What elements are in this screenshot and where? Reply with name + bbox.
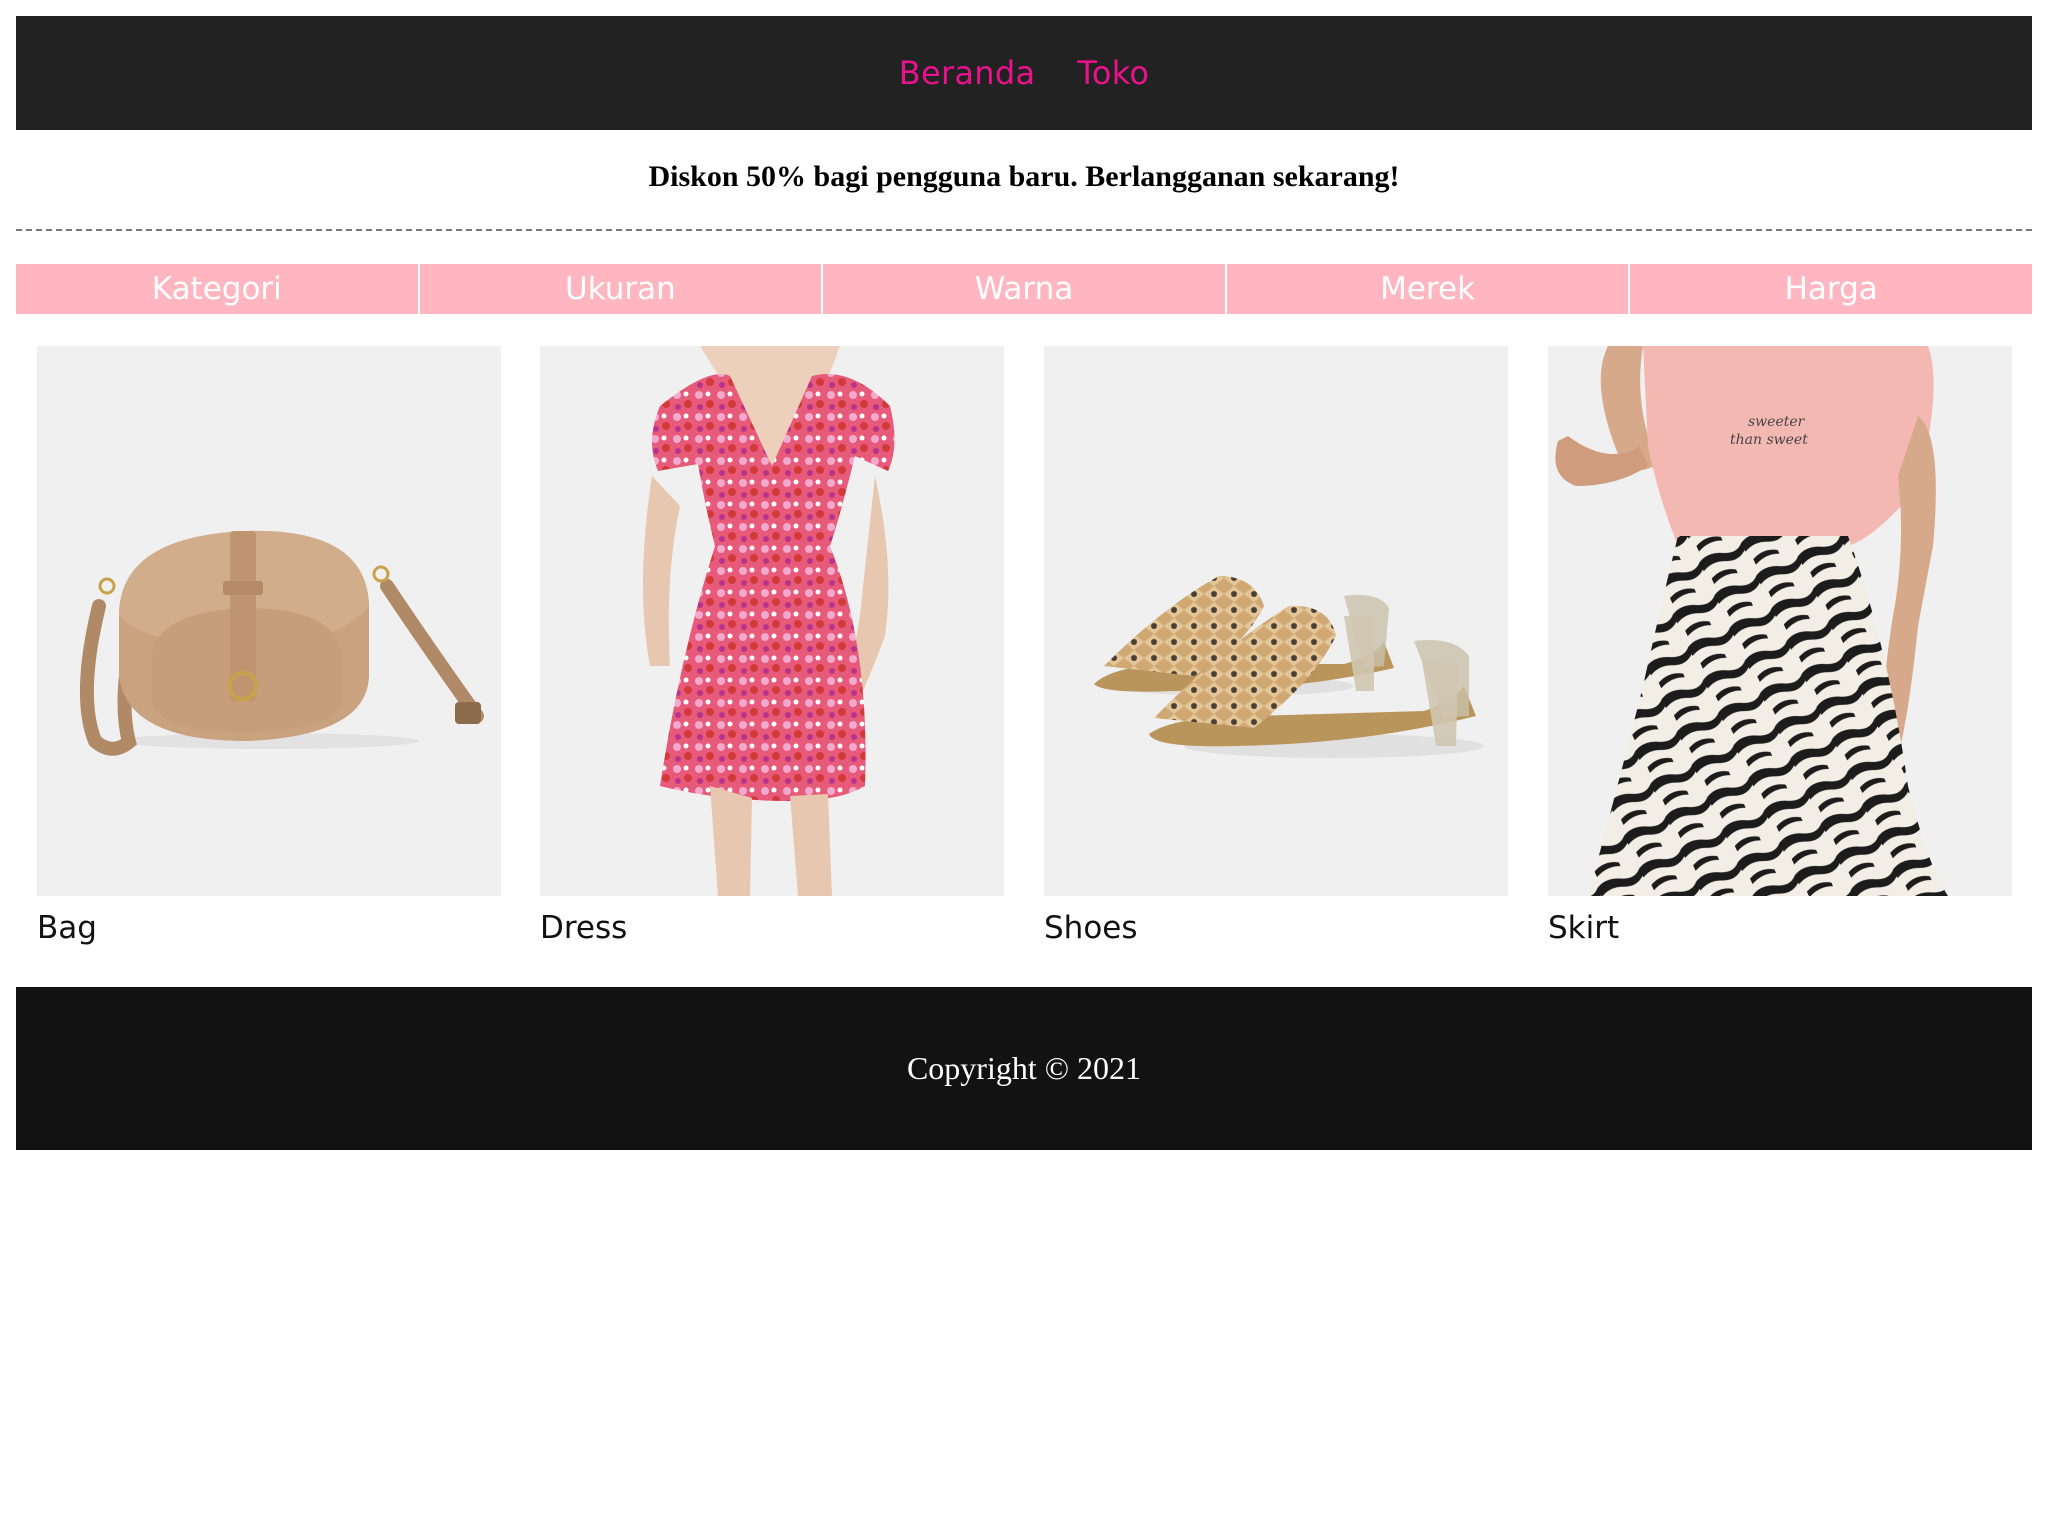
product-card-shoes[interactable]: Shoes	[1044, 346, 1508, 946]
dashed-divider	[16, 229, 2032, 231]
promo-banner: Diskon 50% bagi pengguna baru. Berlangga…	[648, 160, 1400, 193]
bag-image[interactable]	[37, 346, 501, 896]
filter-bar: Kategori Ukuran Warna Merek Harga	[16, 264, 2032, 314]
skirt-image[interactable]: sweeter than sweet	[1548, 346, 2012, 896]
product-card-bag[interactable]: Bag	[37, 346, 501, 946]
filter-kategori[interactable]: Kategori	[16, 264, 420, 314]
filter-merek[interactable]: Merek	[1227, 264, 1631, 314]
product-card-dress[interactable]: Dress	[540, 346, 1004, 946]
copyright-text: Copyright © 2021	[906, 1050, 1142, 1086]
product-name-dress[interactable]: Dress	[540, 910, 1004, 946]
product-name-shoes[interactable]: Shoes	[1044, 910, 1508, 946]
svg-text:than sweet: than sweet	[1730, 432, 1808, 448]
top-navigation: Beranda Toko	[16, 16, 2032, 130]
nav-link-beranda[interactable]: Beranda	[899, 54, 1036, 92]
filter-warna[interactable]: Warna	[823, 264, 1227, 314]
filter-ukuran[interactable]: Ukuran	[420, 264, 824, 314]
svg-text:sweeter: sweeter	[1748, 414, 1806, 430]
page: Beranda Toko Diskon 50% bagi pengguna ba…	[0, 0, 2048, 1536]
dress-image[interactable]	[540, 346, 1004, 896]
product-card-skirt[interactable]: sweeter than sweet Skirt	[1548, 346, 2012, 946]
nav-link-toko[interactable]: Toko	[1077, 54, 1149, 92]
filter-harga[interactable]: Harga	[1630, 264, 2032, 314]
product-name-bag[interactable]: Bag	[37, 910, 501, 946]
footer: Copyright © 2021	[16, 987, 2032, 1150]
shoes-image[interactable]	[1044, 346, 1508, 896]
product-name-skirt[interactable]: Skirt	[1548, 910, 2012, 946]
